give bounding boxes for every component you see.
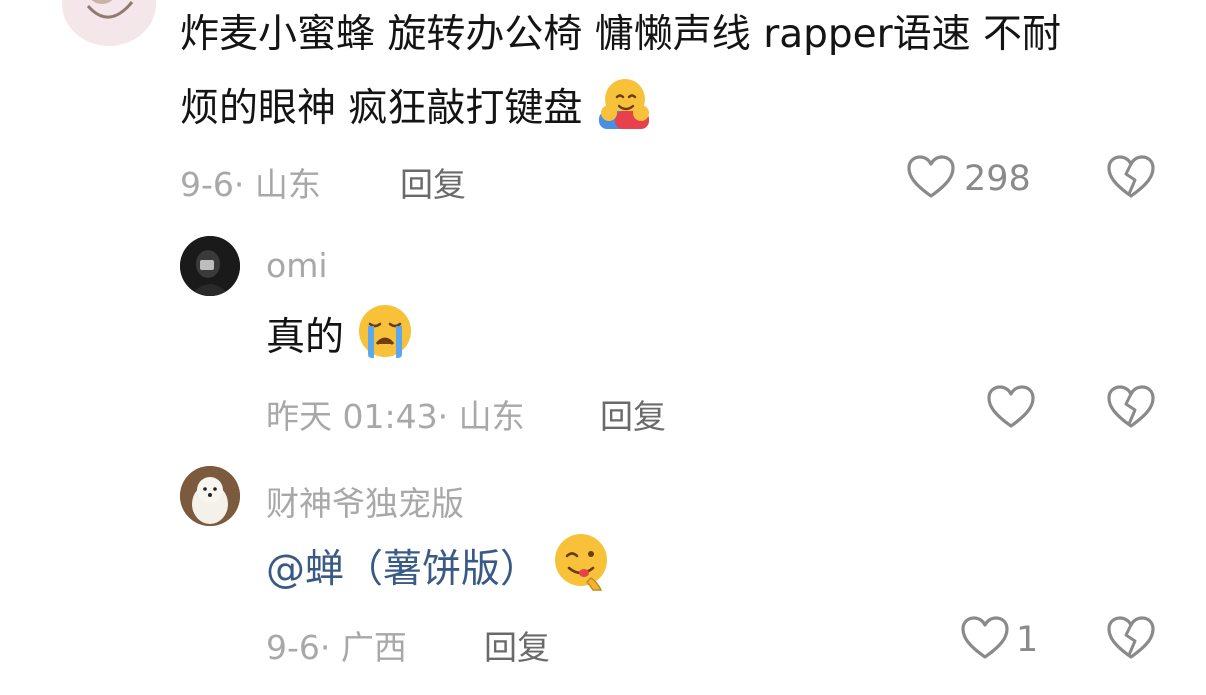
reply-button[interactable]: 回复 xyxy=(600,390,666,438)
face-savoring-food-emoji xyxy=(551,532,611,617)
username[interactable]: omi xyxy=(266,246,328,285)
comment-text: 炸麦小蜜蜂 旋转办公椅 慵懒声线 rapper语速 不耐 烦的眼神 疯狂敲打键盘 xyxy=(180,0,1180,156)
comment-text-line-2-text: 烦的眼神 疯狂敲打键盘 xyxy=(180,86,583,131)
like-button[interactable] xyxy=(986,384,1036,434)
comment-text: 真的 xyxy=(266,301,414,385)
broken-heart-icon xyxy=(1106,154,1156,204)
comment-meta: 昨天 01:43· 山东 xyxy=(266,397,525,436)
avatar-caishenye[interactable] xyxy=(180,466,240,526)
reply-button[interactable]: 回复 xyxy=(400,158,466,206)
broken-heart-icon xyxy=(1106,615,1156,665)
dislike-button[interactable] xyxy=(1106,615,1156,665)
like-button[interactable]: 298 xyxy=(906,154,1031,204)
comment-text-line-2: 烦的眼神 疯狂敲打键盘 xyxy=(180,72,1180,156)
heart-outline-icon xyxy=(986,384,1036,434)
hugging-face-emoji xyxy=(595,75,651,156)
comment-meta: 9-6· 山东 xyxy=(180,165,321,204)
dislike-button[interactable] xyxy=(1106,154,1156,204)
comment-meta: 9-6· 广西 xyxy=(266,628,407,667)
comment-text: @蝉（薯饼版） xyxy=(266,532,611,617)
heart-outline-icon xyxy=(960,615,1010,665)
loudly-crying-face-emoji xyxy=(356,302,414,385)
avatar-omi[interactable] xyxy=(180,236,240,296)
comment-text-line-1: 炸麦小蜜蜂 旋转办公椅 慵懒声线 rapper语速 不耐 xyxy=(180,12,1062,57)
username[interactable]: 财神爷独宠版 xyxy=(266,477,464,525)
like-button[interactable]: 1 xyxy=(960,615,1039,665)
dislike-button[interactable] xyxy=(1106,384,1156,434)
broken-heart-icon xyxy=(1106,384,1156,434)
reply-button[interactable]: 回复 xyxy=(484,621,550,669)
heart-outline-icon xyxy=(906,154,956,204)
avatar-top-comment[interactable] xyxy=(62,0,156,46)
like-count: 1 xyxy=(1016,620,1039,660)
comment-text-content: 真的 xyxy=(266,315,345,360)
like-count: 298 xyxy=(964,159,1031,199)
mention-link[interactable]: @蝉（薯饼版） xyxy=(266,547,539,592)
